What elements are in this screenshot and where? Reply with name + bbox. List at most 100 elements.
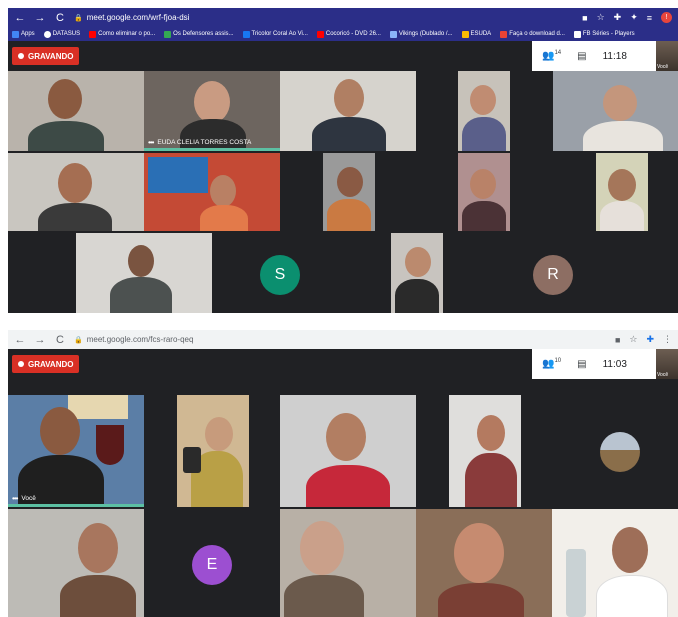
recording-badge: GRAVANDO: [12, 47, 80, 65]
chat-icon[interactable]: ▤: [577, 359, 586, 370]
participant-head: [205, 417, 233, 451]
profile-avatar[interactable]: !: [661, 12, 672, 23]
forward-icon[interactable]: →: [34, 12, 46, 24]
participant-avatar[interactable]: E: [192, 545, 232, 585]
self-view: Você: [656, 349, 678, 379]
bookmark-0[interactable]: Apps: [12, 30, 35, 38]
video-tile[interactable]: [8, 71, 144, 151]
participant-body: [438, 583, 524, 617]
video-tile[interactable]: [596, 153, 648, 231]
more-icon[interactable]: •••: [148, 138, 154, 147]
wall-art: [68, 395, 128, 419]
url-text: meet.google.com/wrf-fjoa-dsi: [86, 13, 190, 22]
star-icon[interactable]: ☆: [597, 12, 605, 23]
meet-screenshot-top: ← → C 🔒 meet.google.com/wrf-fjoa-dsi ■ ☆…: [8, 8, 678, 313]
bookmark-icon: [164, 30, 172, 38]
video-tile[interactable]: [177, 395, 249, 507]
forward-icon[interactable]: →: [34, 334, 46, 346]
bookmark-4[interactable]: Tricolor Coral Ao Vi...: [242, 30, 308, 38]
url-text: meet.google.com/fcs-raro-qeq: [86, 335, 194, 344]
url-field[interactable]: 🔒 meet.google.com/fcs-raro-qeq: [74, 335, 193, 344]
video-tile[interactable]: [76, 233, 212, 313]
recording-badge: GRAVANDO: [12, 355, 80, 373]
video-tile[interactable]: [449, 395, 521, 507]
extension-icon[interactable]: ✚: [614, 12, 622, 23]
participant-avatar[interactable]: R: [533, 255, 573, 295]
pin-icon[interactable]: ✦: [630, 12, 638, 23]
bookmark-icon: [389, 30, 397, 38]
bookmark-1[interactable]: DATASUS: [43, 30, 80, 38]
participant-head: [210, 175, 236, 207]
reload-icon[interactable]: C: [54, 12, 66, 24]
participant-body: [465, 453, 517, 507]
participant-avatar-photo[interactable]: [600, 432, 640, 472]
participant-head: [337, 167, 363, 197]
back-icon[interactable]: ←: [14, 334, 26, 346]
painting: [148, 157, 208, 193]
water-bottle: [566, 549, 586, 617]
video-tile[interactable]: [416, 509, 552, 617]
self-view: Você: [656, 41, 678, 71]
meet-top-bar: GRAVANDO 👥14 ▤ 11:18 Você: [8, 41, 678, 71]
video-tile[interactable]: [8, 153, 144, 231]
participant-head: [454, 523, 504, 583]
url-field[interactable]: 🔒 meet.google.com/wrf-fjoa-dsi: [74, 13, 189, 22]
video-tile[interactable]: [280, 71, 416, 151]
address-bar: ← → C 🔒 meet.google.com/wrf-fjoa-dsi ■ ☆…: [8, 8, 678, 27]
video-tile[interactable]: [458, 71, 510, 151]
video-tile[interactable]: [553, 71, 678, 151]
participants-button[interactable]: 👥14: [542, 50, 561, 61]
bookmark-3[interactable]: Os Defensores assis...: [164, 30, 234, 38]
video-tile[interactable]: [280, 509, 416, 617]
participant-body: [28, 121, 104, 151]
participant-head: [608, 169, 636, 201]
video-tile[interactable]: [458, 153, 510, 231]
star-icon[interactable]: ☆: [629, 334, 637, 345]
participant-head: [300, 521, 344, 575]
camera-icon[interactable]: ■: [615, 335, 620, 345]
camera-icon[interactable]: ■: [582, 13, 587, 23]
participant-body: [600, 201, 644, 231]
bookmark-icon: [43, 30, 51, 38]
meeting-clock: 11:18: [602, 50, 627, 62]
video-tile[interactable]: [552, 509, 678, 617]
bookmark-7[interactable]: ESUDA: [461, 30, 491, 38]
more-icon[interactable]: •••: [12, 494, 18, 503]
video-tile-pinned[interactable]: ••• EUDA CLELIA TORRES COSTA: [144, 71, 280, 151]
participants-button[interactable]: 👥10: [542, 358, 561, 369]
extension-icon[interactable]: ✚: [646, 334, 654, 345]
video-tile-self[interactable]: ••• Você: [8, 395, 144, 507]
participant-head: [477, 415, 505, 451]
video-tile[interactable]: [391, 233, 443, 313]
meeting-info-panel: 👥10 ▤ 11:03 Você: [532, 349, 678, 379]
participant-body: [462, 117, 506, 151]
video-tile[interactable]: [280, 395, 416, 507]
participant-head: [470, 85, 496, 115]
participant-body: [284, 575, 364, 617]
participant-body: [60, 575, 136, 617]
mug: [183, 447, 201, 473]
participant-body: [110, 277, 172, 313]
back-icon[interactable]: ←: [14, 12, 26, 24]
video-tile[interactable]: [8, 509, 144, 617]
bookmark-9[interactable]: FB Séries - Players: [573, 30, 635, 38]
participant-head: [78, 523, 118, 573]
video-tile[interactable]: [323, 153, 375, 231]
participant-head: [40, 407, 80, 455]
bookmark-6[interactable]: Vikings (Dublado /...: [389, 30, 453, 38]
bookmark-2[interactable]: Como eliminar o po...: [89, 30, 155, 38]
bookmark-8[interactable]: Faça o download d...: [500, 30, 565, 38]
participant-head: [326, 413, 366, 461]
people-icon: 👥: [542, 358, 555, 370]
chat-icon[interactable]: ▤: [577, 51, 586, 62]
participant-avatar[interactable]: S: [260, 255, 300, 295]
participant-body: [312, 117, 386, 151]
playlist-icon[interactable]: ≡: [647, 13, 652, 23]
participant-body: [200, 205, 248, 231]
reload-icon[interactable]: C: [54, 334, 66, 346]
video-tile[interactable]: [144, 153, 280, 231]
bookmark-icon: [573, 30, 581, 38]
menu-icon[interactable]: ⋮: [663, 334, 672, 345]
bookmark-5[interactable]: Cocoricó - DVD 26...: [316, 30, 381, 38]
meet-screenshot-bottom: ← → C 🔒 meet.google.com/fcs-raro-qeq ■ ☆…: [8, 330, 678, 617]
